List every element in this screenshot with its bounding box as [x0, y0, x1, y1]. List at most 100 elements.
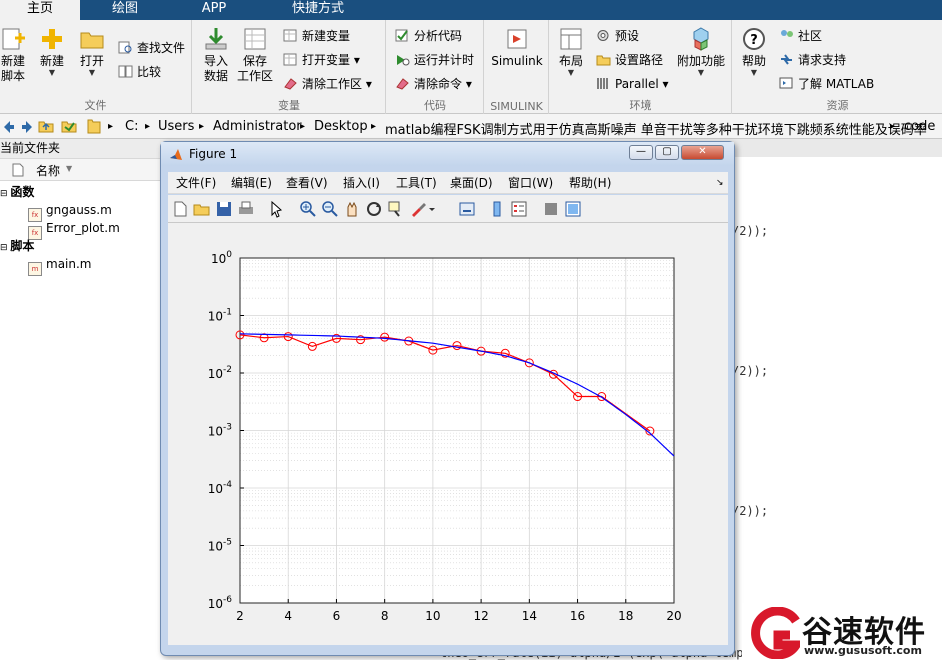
preferences-button[interactable]: 预设: [596, 26, 639, 46]
figure-titlebar[interactable]: Figure 1 — ▢ ✕: [161, 142, 734, 166]
learn-matlab-button[interactable]: 了解 MATLAB: [779, 74, 874, 94]
x-tick-label: 4: [284, 609, 292, 623]
column-name[interactable]: 名称: [36, 162, 60, 179]
support-icon: [781, 54, 792, 65]
link-plot-icon[interactable]: [458, 200, 476, 218]
new-script-button[interactable]: 新建 脚本: [0, 26, 26, 84]
import-data-button[interactable]: 导入 数据: [201, 26, 231, 84]
breadcrumb-item[interactable]: code: [904, 119, 935, 134]
set-path-button[interactable]: 设置路径: [596, 50, 663, 70]
add-ons-button[interactable]: 附加功能 ▼: [676, 26, 726, 77]
list-item[interactable]: fx Error_plot.m: [28, 219, 120, 240]
analyze-code-button[interactable]: 分析代码: [395, 26, 462, 46]
zoom-out-icon[interactable]: [321, 200, 339, 218]
menu-help[interactable]: 帮助(H): [569, 172, 611, 194]
find-files-button[interactable]: 查找文件: [118, 38, 185, 58]
community-icon: [781, 30, 793, 37]
clear-commands-button[interactable]: 清除命令 ▾: [395, 74, 472, 94]
save-workspace-button[interactable]: 保存 工作区: [237, 26, 273, 84]
tree-group[interactable]: ⊟ 函数: [0, 183, 34, 201]
run-time-icon: [397, 55, 410, 66]
menu-edit[interactable]: 编辑(E): [231, 172, 272, 194]
find-files-icon: [118, 41, 132, 54]
new-figure-icon[interactable]: [171, 200, 189, 218]
up-folder-icon[interactable]: [38, 119, 54, 133]
parallel-button[interactable]: Parallel ▾: [596, 74, 669, 94]
menu-window[interactable]: 窗口(W): [508, 172, 553, 194]
group-simulink: Simulink SIMULINK: [485, 20, 549, 114]
tab-home[interactable]: 主页: [0, 0, 80, 20]
open-variable-icon: [283, 53, 297, 66]
legend-icon[interactable]: [510, 200, 528, 218]
figure-toolbar: [168, 195, 728, 223]
dock-arrow-icon[interactable]: ↘: [716, 172, 724, 194]
list-item[interactable]: m main.m: [28, 255, 92, 276]
menu-view[interactable]: 查看(V): [286, 172, 328, 194]
eraser-icon: [284, 78, 297, 90]
breadcrumb-item[interactable]: C:: [125, 119, 138, 134]
menu-desktop[interactable]: 桌面(D): [450, 172, 493, 194]
collapse-icon[interactable]: ⊟: [0, 243, 10, 253]
open-button[interactable]: 打开 ▼: [78, 26, 106, 77]
ber-plot[interactable]: 2 4 6 8 10 12 14 16 18 20 100 10-1 10-2 10-3 10-4 10-5 1…: [168, 223, 728, 645]
compare-button[interactable]: 比较: [118, 62, 161, 82]
x-tick-label: 16: [570, 609, 585, 623]
tab-apps[interactable]: APP: [172, 0, 256, 20]
open-variable-button[interactable]: 打开变量 ▾: [283, 50, 360, 70]
collapse-icon[interactable]: ⊟: [0, 189, 10, 199]
clear-workspace-button[interactable]: 清除工作区 ▾: [283, 74, 372, 94]
hide-plot-tools-icon[interactable]: [542, 200, 560, 218]
current-folder-panel: 当前文件夹 名称 ▼ ⊟ 函数 fx gngauss.m fx Error_plot…: [0, 139, 160, 660]
zoom-in-icon[interactable]: [299, 200, 317, 218]
pan-icon[interactable]: [343, 200, 361, 218]
new-variable-button[interactable]: 新建变量: [283, 26, 350, 46]
breadcrumb-item[interactable]: matlab编程FSK调制方式用于仿真高斯噪声 单音干扰等多种干扰环境下跳频系统…: [385, 119, 927, 138]
simulink-button[interactable]: Simulink: [491, 26, 543, 69]
show-plot-tools-icon[interactable]: [564, 200, 582, 218]
breadcrumb-item[interactable]: Administrator: [213, 119, 302, 134]
help-button[interactable]: ? 帮助 ▼: [739, 26, 769, 77]
save-icon[interactable]: [215, 200, 233, 218]
print-icon[interactable]: [237, 200, 255, 218]
menu-tools[interactable]: 工具(T): [396, 172, 437, 194]
breadcrumb-separator: ▸: [145, 121, 151, 132]
menu-file[interactable]: 文件(F): [176, 172, 216, 194]
breadcrumb-item[interactable]: Users: [158, 119, 194, 134]
layout-button[interactable]: 布局 ▼: [556, 26, 586, 77]
figure-window[interactable]: Figure 1 — ▢ ✕ 文件(F) 编辑(E) 查看(V) 插入(I) 工…: [160, 141, 735, 656]
group-label: SIMULINK: [490, 100, 543, 113]
tab-plots[interactable]: 绘图: [84, 0, 166, 20]
brush-icon[interactable]: [409, 200, 427, 218]
menu-insert[interactable]: 插入(I): [343, 172, 380, 194]
breadcrumb-item[interactable]: Desktop: [314, 119, 368, 134]
browse-folder-icon[interactable]: [61, 119, 77, 133]
run-and-time-button[interactable]: 运行并计时: [395, 50, 474, 70]
x-tick-label: 18: [618, 609, 633, 623]
community-button[interactable]: 社区: [779, 26, 822, 46]
minimize-button[interactable]: —: [629, 145, 653, 160]
add-ons-icon: [693, 27, 709, 51]
rotate-icon[interactable]: [365, 200, 383, 218]
y-tick-label: 10-1: [208, 308, 232, 324]
close-button[interactable]: ✕: [681, 145, 724, 160]
pointer-icon[interactable]: [267, 200, 285, 218]
import-icon: [205, 28, 227, 50]
tree-group[interactable]: ⊟ 脚本: [0, 237, 34, 255]
list-item[interactable]: fx gngauss.m: [28, 201, 112, 222]
new-variable-icon: [283, 29, 297, 42]
request-support-button[interactable]: 请求支持: [779, 50, 846, 70]
maximize-button[interactable]: ▢: [655, 145, 679, 160]
group-file: 新建 脚本 新建 ▼ 打开 ▼ 查找文件 比较 文件: [0, 20, 192, 114]
sort-arrow-icon[interactable]: ▼: [66, 164, 72, 173]
column-header: 名称 ▼: [0, 159, 160, 181]
new-button[interactable]: 新建 ▼: [38, 26, 66, 77]
brush-dropdown-icon[interactable]: [427, 200, 437, 218]
breadcrumb-separator: ▸: [371, 121, 377, 132]
colorbar-icon[interactable]: [488, 200, 506, 218]
data-cursor-icon[interactable]: [387, 200, 405, 218]
tab-shortcuts[interactable]: 快捷方式: [262, 0, 374, 20]
group-environment: 布局 ▼ 预设 设置路径 Parallel ▾ 附加功能 ▼ 环境: [550, 20, 732, 114]
x-tick-label: 2: [236, 609, 244, 623]
code-line: /2));: [732, 224, 769, 238]
open-file-icon[interactable]: [193, 200, 211, 218]
